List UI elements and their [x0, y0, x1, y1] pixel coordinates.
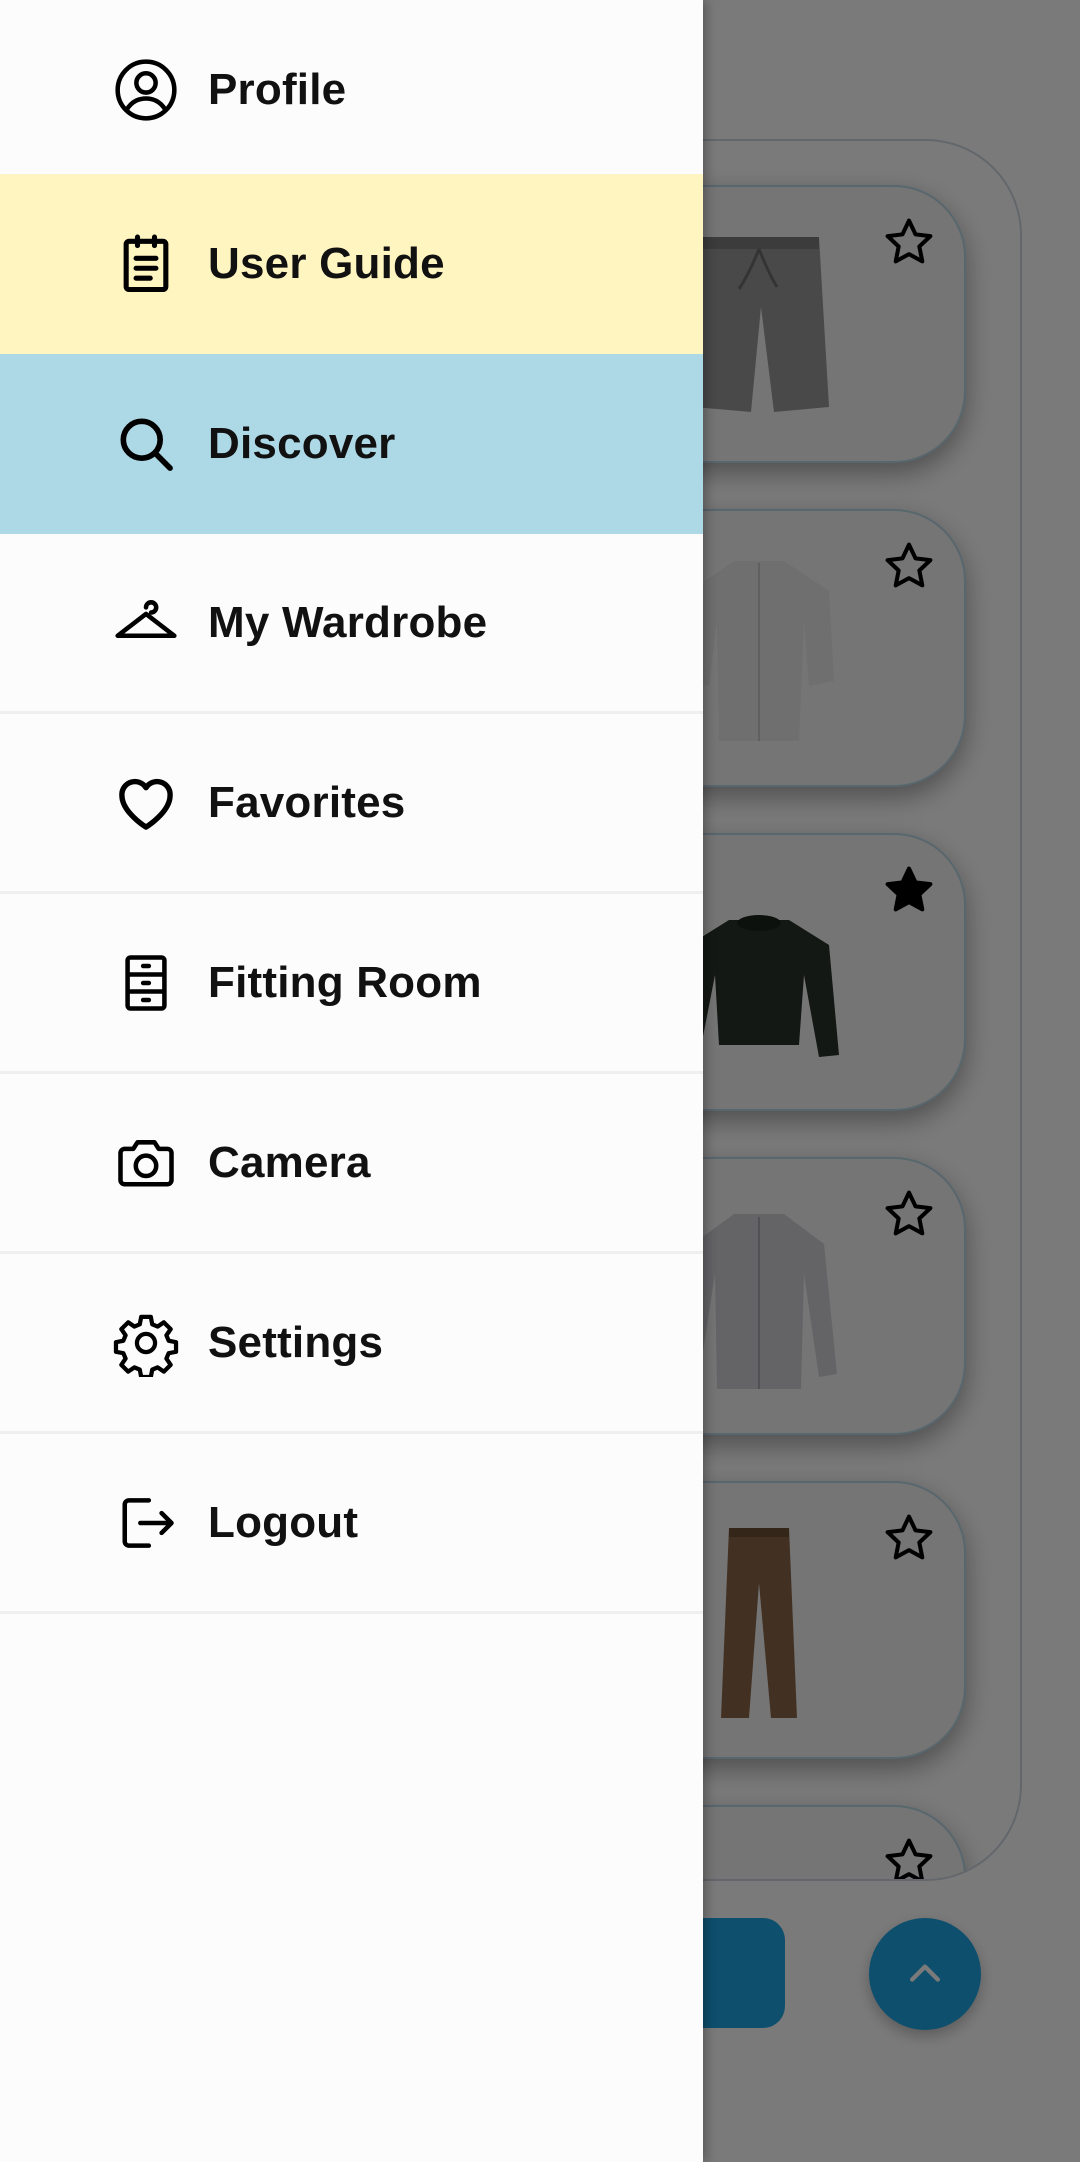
drawer-item-user-guide[interactable]: User Guide — [0, 174, 703, 354]
navigation-drawer: Profile User Guide Discover My Wardrobe — [0, 0, 703, 2162]
drawer-item-label: Favorites — [208, 777, 406, 827]
drawer-item-label: Discover — [208, 419, 396, 468]
screen: Profile User Guide Discover My Wardrobe — [0, 0, 1080, 2162]
drawer-item-label: Profile — [208, 65, 347, 114]
drawer-item-fitting-room[interactable]: Fitting Room — [0, 894, 703, 1074]
drawer-item-label: Camera — [208, 1137, 371, 1187]
drawer-item-my-wardrobe[interactable]: My Wardrobe — [0, 534, 703, 714]
drawer-item-settings[interactable]: Settings — [0, 1254, 703, 1434]
search-icon — [112, 410, 180, 478]
heart-icon — [112, 769, 180, 837]
gear-icon — [112, 1309, 180, 1377]
drawer-item-camera[interactable]: Camera — [0, 1074, 703, 1254]
logout-icon — [112, 1489, 180, 1557]
drawer-item-profile[interactable]: Profile — [0, 0, 703, 180]
clipboard-icon — [112, 230, 180, 298]
drawers-icon — [112, 949, 180, 1017]
drawer-item-label: My Wardrobe — [208, 597, 488, 647]
drawer-item-label: Fitting Room — [208, 957, 482, 1007]
drawer-item-label: User Guide — [208, 239, 445, 288]
drawer-item-label: Settings — [208, 1317, 384, 1367]
hanger-icon — [112, 589, 180, 657]
drawer-item-label: Logout — [208, 1497, 359, 1547]
drawer-item-logout[interactable]: Logout — [0, 1434, 703, 1614]
camera-icon — [112, 1129, 180, 1197]
drawer-item-discover[interactable]: Discover — [0, 354, 703, 534]
person-circle-icon — [112, 56, 180, 124]
drawer-item-favorites[interactable]: Favorites — [0, 714, 703, 894]
